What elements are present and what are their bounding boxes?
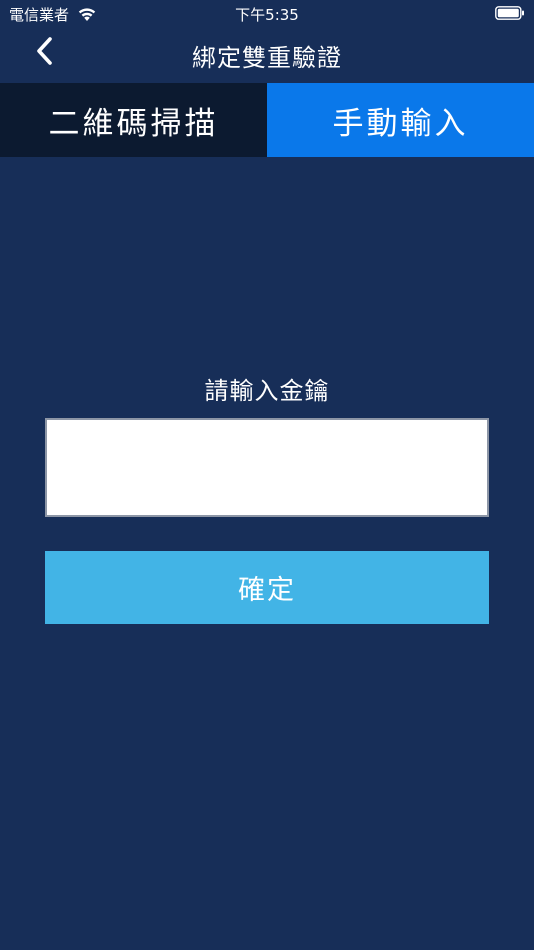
- tab-qr-scan-label: 二維碼掃描: [48, 105, 219, 142]
- nav-bar: 綁定雙重驗證: [0, 28, 534, 83]
- confirm-button[interactable]: 確定: [45, 551, 489, 624]
- screen: 電信業者 下午5:35 綁定雙重驗證 二維碼掃描 手動輸入 請輸入金鑰 確定: [0, 0, 534, 950]
- status-bar: 電信業者 下午5:35: [0, 0, 534, 28]
- status-time: 下午5:35: [235, 6, 299, 24]
- tab-bar: 二維碼掃描 手動輸入: [0, 83, 534, 157]
- confirm-button-label: 確定: [238, 575, 296, 606]
- tab-manual-input-label: 手動輸入: [332, 105, 469, 142]
- page-title: 綁定雙重驗證: [192, 44, 342, 72]
- key-prompt-label: 請輸入金鑰: [204, 377, 330, 405]
- tab-qr-scan[interactable]: 二維碼掃描: [0, 83, 267, 157]
- tab-manual-input[interactable]: 手動輸入: [267, 83, 534, 157]
- battery-icon: [495, 6, 525, 20]
- key-input[interactable]: [45, 418, 489, 517]
